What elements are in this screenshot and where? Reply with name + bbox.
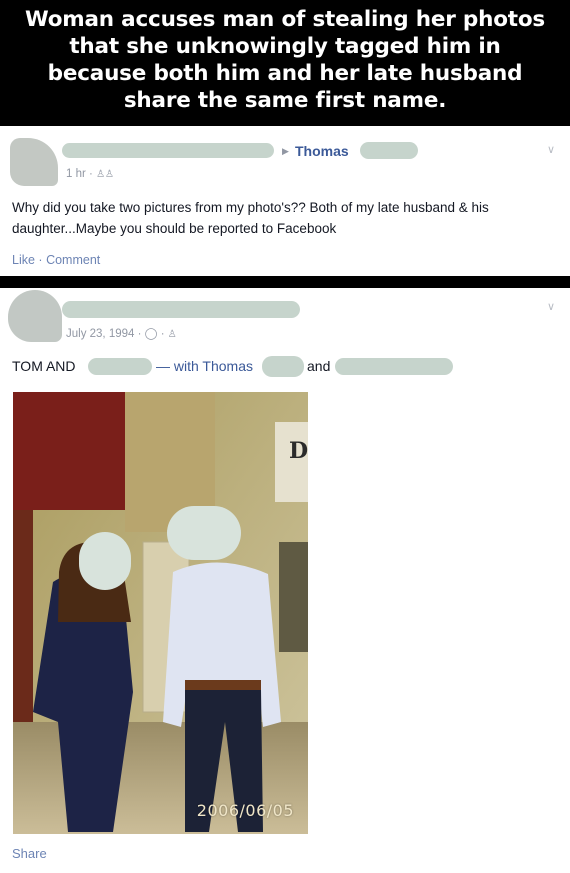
redacted-name [88,358,152,375]
meme-caption-text: Woman accuses man of stealing her photos… [24,7,546,113]
meme-caption-banner: Woman accuses man of stealing her photos… [0,0,570,126]
date-text[interactable]: July 23, 1994 [66,328,134,340]
photo-date-stamp: 2006/06/05 [196,801,294,820]
post-text: Why did you take two pictures from my ph… [12,200,489,236]
redacted-face [79,532,131,590]
avatar[interactable] [8,290,62,342]
and-text: and [307,358,331,374]
chevron-down-icon[interactable]: ∨ [547,143,555,156]
post-timestamp: 1 hr · ♙♙ [66,168,114,180]
like-link[interactable]: Like [12,253,35,267]
accusation-post-card: ▶ Thomas ∨ 1 hr · ♙♙ Why did you take tw… [0,126,570,276]
action-separator: · [38,253,43,267]
post-timestamp: July 23, 1994 · ◯ · ♙ [66,326,177,340]
caption-start: TOM AND [12,358,76,374]
redacted-author-name [62,143,274,158]
tagged-photo[interactable]: D 2006/06/05 [13,392,308,834]
photo-post-card: ∨ July 23, 1994 · ◯ · ♙ TOM AND — with T… [0,288,570,873]
meta-separator: · [89,168,93,180]
post-actions: Like · Comment [12,253,100,267]
redacted-surname [262,356,304,377]
wall-sign-letter: D [289,438,308,464]
chevron-down-icon[interactable]: ∨ [547,300,555,313]
redacted-author-name [62,301,300,318]
clock-icon: · ◯ · [137,328,165,340]
redacted-surname [360,142,418,159]
share-link[interactable]: Share [12,846,47,861]
redacted-face [167,506,241,560]
photo-scene [13,392,308,834]
redacted-name [335,358,453,375]
with-tag-text[interactable]: — with Thomas [156,356,253,377]
friends-icon: ♙ [167,329,177,340]
avatar[interactable] [10,138,58,186]
comment-link[interactable]: Comment [46,253,100,267]
triangle-right-icon: ▶ [282,146,289,156]
friends-icon: ♙♙ [96,169,115,180]
time-text[interactable]: 1 hr [66,168,86,180]
tagged-profile-link[interactable]: Thomas [295,143,349,159]
